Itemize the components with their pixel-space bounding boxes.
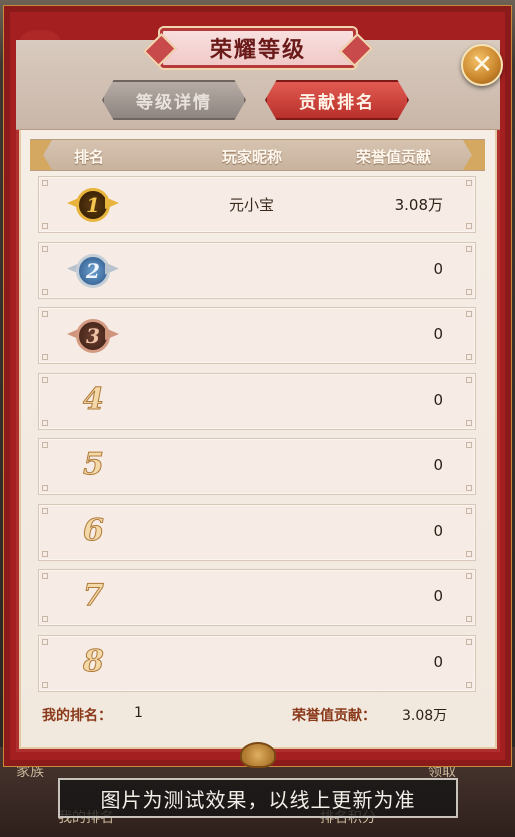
row-corner-ornament bbox=[466, 616, 472, 622]
row-corner-ornament bbox=[42, 638, 48, 645]
column-header: 排名 玩家昵称 荣誉值贡献 bbox=[30, 139, 485, 171]
my-contribution-value: 3.08万 bbox=[402, 708, 448, 724]
header-flag-right bbox=[463, 140, 485, 170]
row-corner-ornament bbox=[466, 354, 472, 360]
medal-wing bbox=[105, 197, 119, 209]
ranking-row: 1 元小宝 3.08万 bbox=[38, 176, 476, 233]
row-corner-ornament bbox=[466, 485, 472, 491]
row-corner-ornament bbox=[466, 245, 472, 252]
silver-medal-icon: 2 bbox=[67, 249, 119, 293]
close-icon: ✕ bbox=[471, 50, 493, 80]
close-button[interactable]: ✕ bbox=[461, 44, 503, 86]
ranking-row: 80 bbox=[38, 634, 476, 692]
row-corner-ornament bbox=[42, 245, 48, 252]
row-corner-ornament bbox=[42, 311, 48, 317]
row-corner-ornament bbox=[466, 311, 472, 317]
ranking-row: 60 bbox=[38, 503, 476, 561]
rank-number: 6 bbox=[83, 512, 105, 548]
dialog-title: 荣耀等级 bbox=[209, 37, 306, 63]
row-corner-ornament bbox=[42, 376, 48, 383]
ranking-row: 50 bbox=[38, 438, 476, 495]
contribution-value: 0 bbox=[433, 652, 443, 671]
title-plaque: 荣耀等级 bbox=[160, 28, 356, 68]
tab-contribution-ranking[interactable]: 贡献排名 bbox=[265, 80, 409, 120]
contribution-value: 0 bbox=[433, 587, 443, 605]
row-corner-ornament bbox=[42, 550, 48, 557]
rank-number: 2 bbox=[76, 253, 110, 288]
contribution-value: 0 bbox=[433, 325, 443, 343]
contribution-value: 0 bbox=[433, 521, 443, 540]
row-corner-ornament bbox=[42, 288, 48, 295]
bronze-medal-icon: 3 bbox=[67, 314, 119, 358]
ranking-row: 20 bbox=[38, 241, 476, 299]
row-corner-ornament bbox=[466, 681, 472, 688]
ranking-list: 1 元小宝 3.08万 2 0 3 0 4 0 5 0 6 0 7 0 8 0 bbox=[38, 176, 476, 700]
my-rank-value: 1 bbox=[134, 705, 143, 721]
player-nickname: 元小宝 bbox=[229, 196, 275, 214]
tab-level-details[interactable]: 等级详情 bbox=[102, 80, 246, 120]
row-corner-ornament bbox=[466, 638, 472, 645]
row-corner-ornament bbox=[466, 442, 472, 448]
gold-medal-icon: 1 bbox=[67, 183, 119, 227]
row-corner-ornament bbox=[42, 223, 48, 229]
bottom-ornament bbox=[240, 742, 276, 768]
rank-number: 5 bbox=[83, 447, 105, 483]
row-corner-ornament bbox=[466, 550, 472, 557]
rank-number: 1 bbox=[76, 188, 110, 222]
ranking-row: 30 bbox=[38, 307, 476, 364]
row-corner-ornament bbox=[466, 573, 472, 579]
column-nickname: 玩家昵称 bbox=[222, 148, 283, 166]
rank-number: 7 bbox=[83, 578, 105, 614]
row-corner-ornament bbox=[466, 180, 472, 186]
row-corner-ornament bbox=[42, 485, 48, 491]
rank-number: 8 bbox=[83, 643, 105, 679]
row-corner-ornament bbox=[42, 180, 48, 186]
test-notice-banner: 图片为测试效果，以线上更新为准 bbox=[58, 778, 458, 818]
contribution-value: 3.08万 bbox=[394, 196, 443, 214]
row-corner-ornament bbox=[42, 681, 48, 688]
row-corner-ornament bbox=[42, 354, 48, 360]
row-corner-ornament bbox=[466, 376, 472, 383]
column-contribution: 荣誉值贡献 bbox=[356, 148, 432, 166]
medal-wing bbox=[105, 328, 119, 340]
header-flag-left bbox=[30, 140, 52, 170]
row-corner-ornament bbox=[466, 419, 472, 426]
row-corner-ornament bbox=[42, 419, 48, 426]
column-rank: 排名 bbox=[74, 148, 105, 166]
row-corner-ornament bbox=[466, 223, 472, 229]
row-corner-ornament bbox=[42, 442, 48, 448]
rank-number: 3 bbox=[76, 319, 110, 353]
row-corner-ornament bbox=[42, 616, 48, 622]
contribution-value: 0 bbox=[433, 456, 443, 474]
row-corner-ornament bbox=[466, 507, 472, 514]
contribution-value: 0 bbox=[433, 259, 443, 278]
ranking-row: 70 bbox=[38, 569, 476, 626]
row-corner-ornament bbox=[42, 507, 48, 514]
my-contribution-label: 荣誉值贡献： bbox=[292, 708, 376, 724]
ranking-row: 40 bbox=[38, 372, 476, 430]
medal-wing bbox=[105, 263, 119, 275]
row-corner-ornament bbox=[466, 288, 472, 295]
contribution-value: 0 bbox=[433, 390, 443, 409]
rank-number: 4 bbox=[83, 381, 105, 417]
row-corner-ornament bbox=[42, 573, 48, 579]
my-rank-label: 我的排名： bbox=[42, 708, 112, 724]
